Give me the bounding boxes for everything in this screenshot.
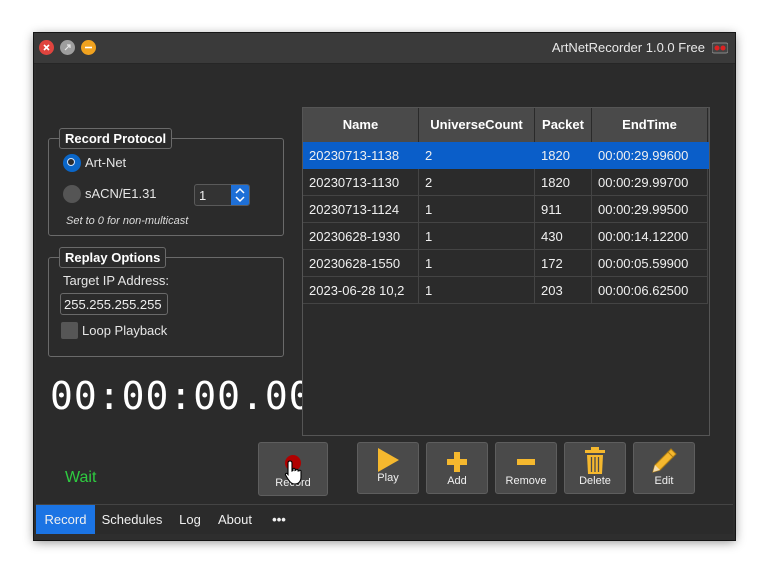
table-cell: 00:00:14.12200 xyxy=(592,223,708,250)
bottom-tab-bar: Record Schedules Log About ••• xyxy=(36,504,733,534)
table-cell: 1 xyxy=(419,196,535,223)
column-header-endtime[interactable]: EndTime xyxy=(592,108,708,142)
table-cell: 2 xyxy=(419,169,535,196)
replay-options-title: Replay Options xyxy=(59,247,167,268)
table-header: Name UniverseCount Packet EndTime xyxy=(303,108,709,142)
tab-about[interactable]: About xyxy=(212,505,258,534)
stepper-buttons[interactable] xyxy=(231,185,249,205)
table-cell: 00:00:29.99500 xyxy=(592,196,708,223)
sacn-universe-stepper[interactable]: 1 xyxy=(194,184,250,206)
column-header-universecount[interactable]: UniverseCount xyxy=(419,108,535,142)
play-button-label: Play xyxy=(377,472,399,484)
table-cell: 203 xyxy=(535,277,592,304)
recordings-table[interactable]: Name UniverseCount Packet EndTime 202307… xyxy=(302,107,710,436)
artnet-radio[interactable] xyxy=(63,154,81,172)
maximize-window-button[interactable] xyxy=(81,40,96,55)
remove-button[interactable]: Remove xyxy=(495,442,557,494)
mouse-cursor-icon xyxy=(284,460,302,485)
sacn-universe-value: 1 xyxy=(199,188,207,203)
artnet-label[interactable]: Art-Net xyxy=(85,155,126,170)
table-cell: 00:00:06.62500 xyxy=(592,277,708,304)
table-row[interactable]: 20230628-1550 1 172 00:00:05.59900 xyxy=(303,250,709,277)
table-cell: 172 xyxy=(535,250,592,277)
table-cell: 1 xyxy=(419,250,535,277)
column-header-name[interactable]: Name xyxy=(303,108,419,142)
sacn-radio[interactable] xyxy=(63,185,81,203)
table-cell: 2023-06-28 10,2 xyxy=(303,277,419,304)
delete-button-label: Delete xyxy=(579,475,611,487)
table-cell: 20230713-1124 xyxy=(303,196,419,223)
trash-icon xyxy=(585,447,605,474)
play-button[interactable]: Play xyxy=(357,442,419,494)
table-cell: 2 xyxy=(419,142,535,169)
column-header-packet[interactable]: Packet xyxy=(535,108,592,142)
table-row[interactable]: 2023-06-28 10,2 1 203 00:00:06.62500 xyxy=(303,277,709,304)
table-row[interactable]: 20230713-1130 2 1820 00:00:29.99700 xyxy=(303,169,709,196)
sacn-label[interactable]: sACN/E1.31 xyxy=(85,186,157,201)
table-row[interactable]: 20230713-1138 2 1820 00:00:29.99600 xyxy=(303,142,709,169)
title-bar: ArtNetRecorder 1.0.0 Free xyxy=(34,33,735,64)
tab-schedules[interactable]: Schedules xyxy=(96,505,168,534)
status-text: Wait xyxy=(65,469,97,486)
minimize-window-button[interactable] xyxy=(60,40,75,55)
tab-record[interactable]: Record xyxy=(36,505,95,534)
add-button-label: Add xyxy=(447,475,467,487)
pencil-icon xyxy=(652,448,677,473)
table-row[interactable]: 20230713-1124 1 911 00:00:29.99500 xyxy=(303,196,709,223)
table-cell: 1820 xyxy=(535,169,592,196)
table-cell: 1 xyxy=(419,223,535,250)
table-cell: 430 xyxy=(535,223,592,250)
main-content: Record Protocol Art-Net sACN/E1.31 1 Set… xyxy=(36,64,733,534)
elapsed-timer: 00:00:00.00 xyxy=(50,374,313,418)
window-title: ArtNetRecorder 1.0.0 Free xyxy=(551,40,705,55)
table-cell: 20230628-1930 xyxy=(303,223,419,250)
edit-button[interactable]: Edit xyxy=(633,442,695,494)
table-row[interactable]: 20230628-1930 1 430 00:00:14.12200 xyxy=(303,223,709,250)
table-cell: 00:00:29.99700 xyxy=(592,169,708,196)
minus-icon xyxy=(517,459,535,465)
target-ip-input[interactable]: 255.255.255.255 xyxy=(60,293,168,315)
delete-button[interactable]: Delete xyxy=(564,442,626,494)
target-ip-value: 255.255.255.255 xyxy=(64,297,162,312)
more-tabs-button[interactable]: ••• xyxy=(264,505,294,534)
plus-icon xyxy=(447,452,467,472)
loop-playback-label[interactable]: Loop Playback xyxy=(82,323,167,338)
edit-button-label: Edit xyxy=(654,475,674,487)
target-ip-label: Target IP Address: xyxy=(63,273,169,288)
table-cell: 1820 xyxy=(535,142,592,169)
multicast-hint: Set to 0 for non-multicast xyxy=(66,215,189,227)
table-cell: 20230713-1138 xyxy=(303,142,419,169)
record-protocol-title: Record Protocol xyxy=(59,128,173,149)
chevron-up-down-icon xyxy=(235,187,245,203)
close-window-button[interactable] xyxy=(39,40,54,55)
remove-button-label: Remove xyxy=(505,475,547,487)
table-cell: 911 xyxy=(535,196,592,223)
table-cell: 00:00:29.99600 xyxy=(592,142,708,169)
app-logo-icon xyxy=(712,42,728,54)
table-cell: 20230713-1130 xyxy=(303,169,419,196)
app-window: ArtNetRecorder 1.0.0 Free Record Protoco… xyxy=(34,33,735,540)
loop-playback-checkbox[interactable] xyxy=(61,322,78,339)
table-cell: 1 xyxy=(419,277,535,304)
table-cell: 20230628-1550 xyxy=(303,250,419,277)
tab-log[interactable]: Log xyxy=(172,505,208,534)
add-button[interactable]: Add xyxy=(426,442,488,494)
table-cell: 00:00:05.59900 xyxy=(592,250,708,277)
play-icon xyxy=(378,448,399,472)
